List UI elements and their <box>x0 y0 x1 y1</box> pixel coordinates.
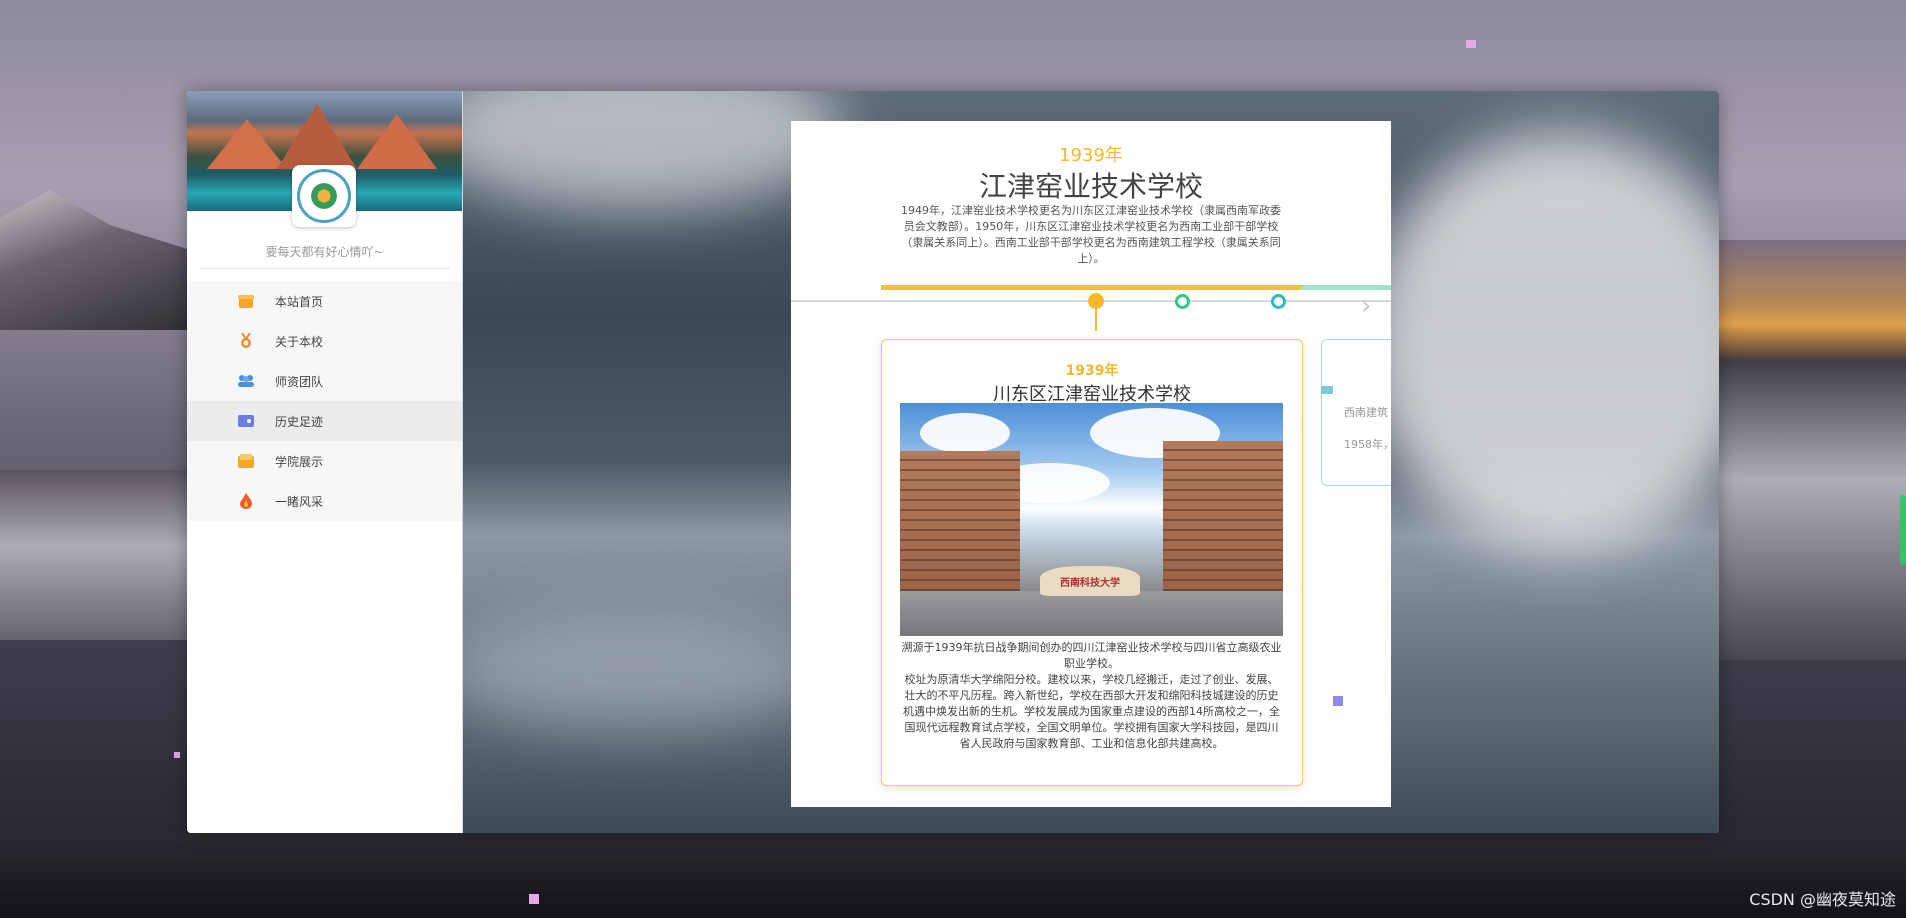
timeline-panel: 1939年 江津窑业技术学校 1949年，江津窑业技术学校更名为川东区江津窑业技… <box>791 121 1391 807</box>
sidebar-item-about[interactable]: 关于本校 <box>187 321 462 361</box>
watermark: CSDN @幽夜莫知途 <box>1749 890 1896 909</box>
team-icon <box>237 372 255 390</box>
timeline-event-card[interactable]: 1939年 川东区江津窑业技术学校 西南科技大学 溯源于1939年抗日战争期间创… <box>881 339 1303 786</box>
app-window: 要每天都有好心情吖~ 本站首页 关于本校 师资团队 历史足迹 学院展示 一睹风采… <box>187 91 1719 833</box>
sidebar: 要每天都有好心情吖~ 本站首页 关于本校 师资团队 历史足迹 学院展示 一睹风采 <box>187 91 463 833</box>
wallet-icon <box>237 412 255 430</box>
background-mist-right <box>1716 360 1906 660</box>
event-year: 1939年 <box>1065 363 1119 379</box>
timeline-dot[interactable] <box>1271 294 1286 309</box>
background-mist <box>0 470 190 640</box>
background-forest <box>0 833 1906 918</box>
sidebar-item-gallery[interactable]: 一睹风采 <box>187 481 462 521</box>
background-sunset <box>1716 240 1906 360</box>
sidebar-item-label: 学院展示 <box>275 454 324 469</box>
chevron-right-icon[interactable]: › <box>1361 293 1371 319</box>
timeline-pointer <box>1095 309 1097 331</box>
sidebar-item-team[interactable]: 师资团队 <box>187 361 462 401</box>
timeline-header-year: 1939年 <box>1059 145 1123 166</box>
timeline-next-card[interactable]: 西南建筑 1958年， <box>1321 339 1391 486</box>
timeline-progress <box>881 285 1301 290</box>
sidebar-item-home[interactable]: 本站首页 <box>187 281 462 321</box>
scrollbar[interactable] <box>1900 495 1906 565</box>
confetti <box>1321 386 1333 394</box>
background-mountain <box>0 190 200 330</box>
building <box>1163 441 1283 591</box>
sidebar-item-label: 一睹风采 <box>275 494 324 509</box>
sidebar-menu: 本站首页 关于本校 师资团队 历史足迹 学院展示 一睹风采 <box>187 281 462 521</box>
folder-icon <box>237 452 255 470</box>
next-card-text: 1958年， <box>1344 438 1391 451</box>
sidebar-item-label: 本站首页 <box>275 294 324 309</box>
timeline-progress-tail <box>1301 285 1391 290</box>
sidebar-item-label: 师资团队 <box>275 374 324 389</box>
medal-icon <box>237 332 255 350</box>
event-description: 溯源于1939年抗日战争期间创办的四川江津窑业技术学校与四川省立高级农业职业学校… <box>901 641 1282 750</box>
plaza <box>900 591 1283 636</box>
timeline-header-description: 1949年，江津窑业技术学校更名为川东区江津窑业技术学校（隶属西南军政委员会文教… <box>901 204 1281 265</box>
flame-icon <box>237 492 255 510</box>
confetti <box>529 894 539 904</box>
timeline-dot-active[interactable] <box>1088 293 1104 309</box>
gift-icon <box>237 292 255 310</box>
sidebar-motto: 要每天都有好心情吖~ <box>199 243 450 269</box>
campus-stone-sign: 西南科技大学 <box>1040 566 1140 596</box>
sidebar-item-label: 历史足迹 <box>275 414 324 429</box>
next-card-text: 西南建筑 <box>1344 406 1388 419</box>
history-content: 1939年 江津窑业技术学校 1949年，江津窑业技术学校更名为川东区江津窑业技… <box>463 91 1719 833</box>
timeline-dot[interactable] <box>1175 294 1190 309</box>
campus-photo: 西南科技大学 <box>900 403 1283 636</box>
timeline-header-title: 江津窑业技术学校 <box>978 170 1203 203</box>
confetti <box>1466 40 1476 48</box>
building <box>900 451 1020 591</box>
school-logo[interactable] <box>292 165 356 227</box>
sidebar-item-colleges[interactable]: 学院展示 <box>187 441 462 481</box>
confetti <box>1333 696 1343 706</box>
sidebar-item-history[interactable]: 历史足迹 <box>187 401 462 441</box>
sidebar-item-label: 关于本校 <box>275 334 324 349</box>
confetti <box>174 752 180 758</box>
